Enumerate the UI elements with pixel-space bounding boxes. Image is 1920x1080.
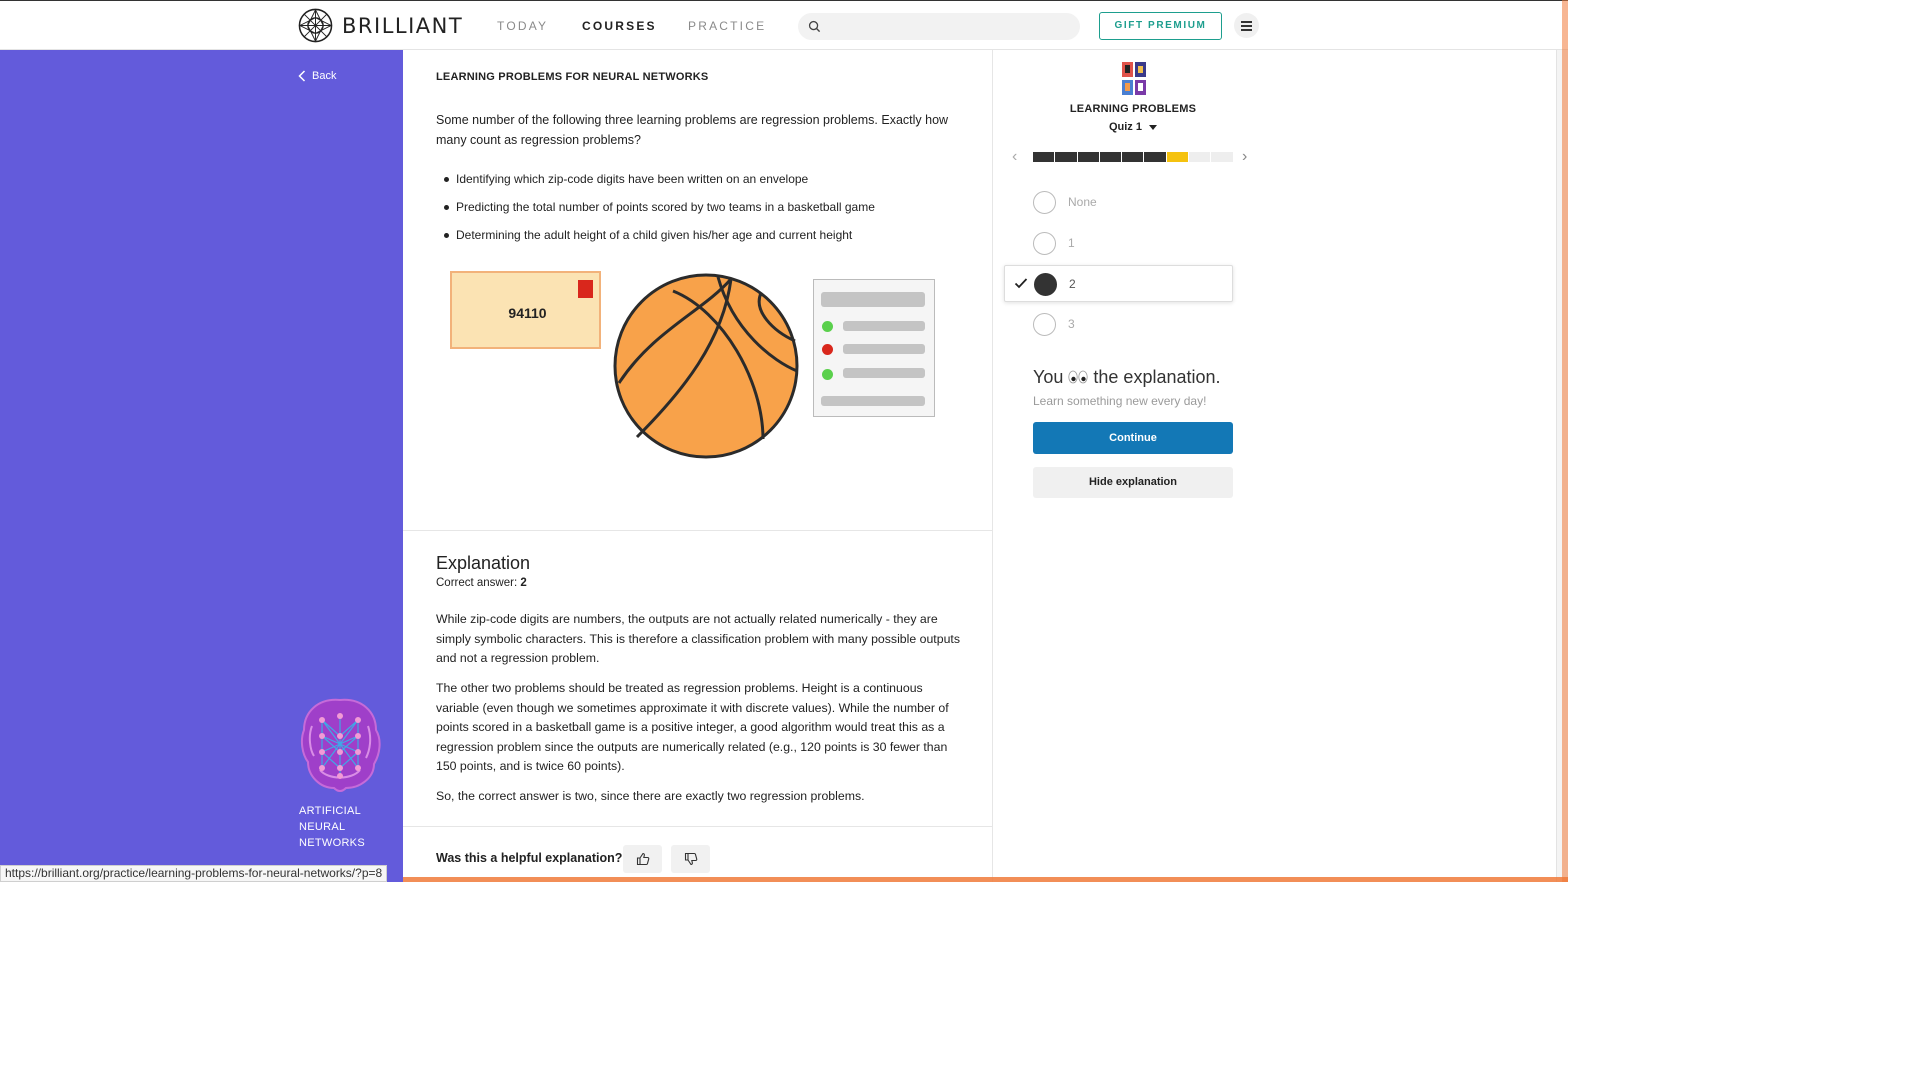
nav-practice[interactable]: PRACTICE	[688, 19, 766, 33]
progress-segment	[1166, 152, 1189, 162]
thumbs-down-icon	[684, 852, 697, 866]
radio-button[interactable]	[1033, 191, 1056, 214]
thumbs-up-button[interactable]	[623, 845, 662, 873]
helpful-prompt: Was this a helpful explanation?	[436, 851, 623, 865]
explanation-paragraph-1: While zip-code digits are numbers, the o…	[436, 612, 960, 666]
list-item: Identifying which zip-code digits have b…	[444, 165, 875, 193]
problem-content: LEARNING PROBLEMS FOR NEURAL NETWORKS So…	[403, 50, 993, 882]
nav-today[interactable]: TODAY	[497, 19, 548, 33]
explanation-heading: Explanation	[436, 553, 531, 573]
search-input[interactable]	[798, 13, 1080, 40]
previous-arrow-icon[interactable]: ‹	[1012, 148, 1017, 166]
problem-list: Identifying which zip-code digits have b…	[444, 165, 875, 249]
correct-answer: Correct answer: 2	[436, 577, 527, 589]
hamburger-icon	[1241, 21, 1252, 23]
quiz-selector[interactable]: Quiz 1	[994, 121, 1272, 133]
quiz-panel: LEARNING PROBLEMS Quiz 1 ‹ › None 1 2 3 …	[994, 50, 1554, 882]
explanation-paragraph-2: The other two problems should be treated…	[436, 681, 949, 774]
progress-segment	[1033, 152, 1055, 162]
quiz-thumbnail-icon	[1122, 62, 1146, 95]
progress-segment	[1122, 152, 1144, 162]
window-edge	[403, 877, 1568, 882]
checklist-image	[813, 279, 935, 417]
problem-illustration: 94110	[443, 265, 943, 465]
menu-button[interactable]	[1234, 13, 1259, 38]
answer-option-2[interactable]: 2	[1004, 265, 1233, 302]
eyes-icon	[1068, 370, 1088, 384]
window-edge	[1562, 0, 1568, 882]
radio-button[interactable]	[1033, 313, 1056, 336]
explanation-viewed-message: You the explanation.	[1033, 367, 1221, 387]
course-title[interactable]: ARTIFICIAL NEURAL NETWORKS	[299, 803, 389, 851]
problem-title: LEARNING PROBLEMS FOR NEURAL NETWORKS	[436, 71, 709, 83]
continue-button[interactable]: Continue	[1033, 422, 1233, 454]
page: BRILLIANT TODAY COURSES PRACTICE GIFT PR…	[0, 0, 1568, 882]
explanation-paragraph-3: So, the correct answer is two, since the…	[436, 789, 865, 803]
next-arrow-icon[interactable]: ›	[1242, 148, 1247, 166]
back-label: Back	[312, 70, 337, 82]
tagline: Learn something new every day!	[1033, 394, 1207, 408]
progress-segment	[1055, 152, 1077, 162]
envelope-image: 94110	[450, 271, 601, 349]
hide-explanation-button[interactable]: Hide explanation	[1033, 467, 1233, 498]
list-item: Predicting the total number of points sc…	[444, 193, 875, 221]
quiz-progress-bar	[1033, 152, 1233, 162]
brand-name: BRILLIANT	[342, 13, 464, 38]
question-text: Some number of the following three learn…	[436, 113, 949, 147]
brand-logo[interactable]: BRILLIANT	[298, 8, 463, 43]
brilliant-logo-icon	[298, 8, 333, 43]
radio-button-selected[interactable]	[1034, 273, 1057, 296]
thumbs-down-button[interactable]	[671, 845, 710, 873]
caret-down-icon	[1149, 124, 1158, 130]
list-item: Determining the adult height of a child …	[444, 221, 875, 249]
gift-premium-button[interactable]: GIFT PREMIUM	[1099, 12, 1222, 40]
answer-option-3[interactable]: 3	[1004, 306, 1233, 343]
progress-segment	[1077, 152, 1099, 162]
zip-code: 94110	[508, 305, 547, 321]
status-bar-url: https://brilliant.org/practice/learning-…	[0, 865, 388, 882]
progress-segment	[1144, 152, 1166, 162]
progress-segment	[1099, 152, 1122, 162]
radio-button[interactable]	[1033, 232, 1056, 255]
progress-segment	[1211, 152, 1233, 162]
divider	[403, 530, 993, 531]
answer-option-none[interactable]: None	[1004, 184, 1233, 221]
back-link[interactable]: Back	[298, 70, 336, 82]
nav-courses[interactable]: COURSES	[582, 19, 657, 33]
progress-segment	[1189, 152, 1211, 162]
basketball-icon	[613, 273, 799, 459]
chevron-left-icon	[298, 70, 306, 82]
quiz-title: LEARNING PROBLEMS	[1069, 103, 1197, 115]
divider	[403, 826, 993, 827]
neural-network-brain-icon	[300, 698, 381, 792]
answer-option-1[interactable]: 1	[1004, 225, 1233, 262]
stamp-icon	[578, 280, 593, 298]
top-navigation-bar: BRILLIANT TODAY COURSES PRACTICE GIFT PR…	[0, 0, 1568, 50]
correct-answer-value: 2	[520, 577, 527, 589]
thumbs-up-icon	[636, 852, 649, 866]
checkmark-icon	[1014, 278, 1028, 289]
search-icon	[808, 20, 821, 33]
course-sidebar: Back ARTIFICIAL NEURAL NETWORKS	[0, 50, 403, 882]
